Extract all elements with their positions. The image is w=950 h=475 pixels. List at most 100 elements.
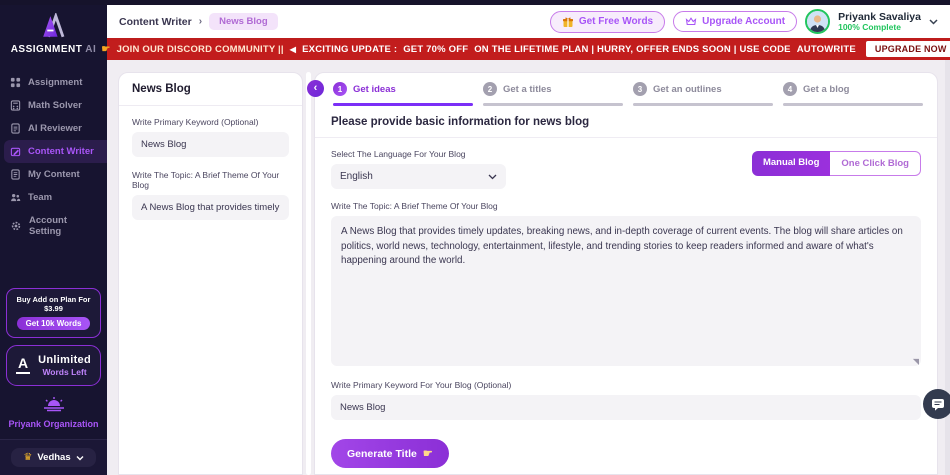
triangle-icon: ◀ [289, 44, 297, 54]
panel-scrollbar[interactable] [306, 72, 311, 475]
sunrise-icon [43, 396, 64, 411]
news-blog-panel: News Blog Write Primary Keyword (Optiona… [118, 72, 303, 475]
workspace-name: Vedhas [37, 452, 71, 463]
user-avatar[interactable] [805, 9, 831, 34]
sidebar-item-my-content[interactable]: My Content [0, 163, 107, 186]
promo-banner: ☛ JOIN OUR DISCORD COMMUNITY || ◀ EXCITI… [101, 38, 950, 60]
generate-title-label: Generate Title [347, 447, 417, 460]
crown-outline-icon [685, 17, 697, 26]
get-free-words-button[interactable]: Get Free Words [549, 10, 666, 33]
sidebar-item-account-setting[interactable]: Account Setting [0, 209, 107, 243]
sidebar-item-label: Assignment [28, 77, 83, 88]
sidebar-item-label: AI Reviewer [28, 123, 82, 134]
step-get-titles[interactable]: 2 Get a titles [483, 82, 623, 106]
wizard-steps: 1 Get ideas 2 Get a titles 3 Get an outline… [315, 73, 937, 106]
back-button[interactable]: ‹ [307, 80, 324, 97]
words-remaining-value: Unlimited [38, 353, 91, 366]
workspace-switcher[interactable]: ♛ Vedhas [11, 448, 96, 467]
promo-offer: GET 70% OFF [403, 43, 469, 55]
upgrade-now-button[interactable]: UPGRADE NOW [865, 41, 950, 57]
words-remaining-label: Words Left [42, 366, 87, 377]
discord-link[interactable]: JOIN OUR DISCORD COMMUNITY || [117, 44, 284, 55]
pointer-icon: ☛ [101, 43, 111, 55]
chevron-down-icon [929, 18, 938, 25]
calculator-icon [10, 100, 21, 111]
wizard-panel: ‹ 1 Get ideas 2 Get a titles 3 Get an outli… [307, 72, 938, 475]
addon-plan-title: Buy Add on Plan For $3.99 [16, 294, 91, 313]
chat-bubble-icon [932, 398, 944, 411]
promo-prefix: EXCITING UPDATE : [302, 43, 398, 55]
top-header: Content Writer › News Blog Get Free Word… [107, 5, 950, 38]
sidebar-item-math-solver[interactable]: Math Solver [0, 94, 107, 117]
generate-title-button[interactable]: Generate Title ☛ [331, 439, 449, 468]
sidebar-item-assignment[interactable]: Assignment [0, 71, 107, 94]
logo-accent: AI [85, 44, 97, 55]
crown-icon: ♛ [23, 451, 33, 463]
panel-topic-input[interactable] [132, 195, 289, 220]
addon-plan-card: Buy Add on Plan For $3.99 Get 10k Words [6, 287, 101, 338]
panel-keyword-label: Write Primary Keyword (Optional) [132, 117, 259, 127]
chevron-down-icon [76, 455, 84, 460]
promo-code: AUTOWRITE [796, 43, 856, 55]
one-click-blog-button[interactable]: One Click Blog [830, 151, 921, 176]
sidebar-item-ai-reviewer[interactable]: AI Reviewer [0, 117, 107, 140]
keyword-label: Write Primary Keyword For Your Blog (Opt… [331, 380, 512, 390]
step-label: Get a blog [803, 83, 850, 95]
step-get-blog[interactable]: 4 Get a blog [783, 82, 923, 106]
step-get-outlines[interactable]: 3 Get an outlines [633, 82, 773, 106]
user-menu-chevron[interactable] [929, 18, 938, 25]
wizard-heading: Please provide basic information for new… [315, 106, 937, 138]
language-label: Select The Language For Your Blog [331, 149, 466, 159]
step-label: Get a titles [503, 83, 552, 95]
language-select[interactable]: English [331, 164, 506, 189]
logo-text: ASSIGNMENT [10, 44, 83, 55]
breadcrumb-content-writer[interactable]: Content Writer [119, 16, 192, 28]
step-label: Get ideas [353, 83, 396, 95]
document-check-icon [11, 123, 20, 134]
step-number: 2 [483, 82, 497, 96]
words-left-card: A Unlimited Words Left [6, 344, 101, 386]
get-free-words-label: Get Free Words [578, 16, 654, 27]
breadcrumb-news-blog[interactable]: News Blog [209, 13, 278, 30]
textarea-resize-handle[interactable]: ◥ [913, 357, 919, 366]
words-logo: A [16, 355, 31, 374]
upgrade-account-label: Upgrade Account [702, 16, 786, 27]
workspace-footer: ♛ Vedhas [0, 438, 107, 475]
people-icon [11, 194, 21, 202]
topic-textarea[interactable]: A News Blog that provides timely updates… [331, 216, 921, 366]
step-label: Get an outlines [653, 83, 722, 95]
organization-name: Priyank Organization [8, 418, 99, 429]
language-selected-value: English [340, 171, 373, 182]
blog-mode-toggle: Manual Blog One Click Blog [751, 151, 921, 176]
manual-blog-button[interactable]: Manual Blog [751, 151, 831, 176]
assignment-ai-logo-icon [42, 11, 64, 38]
sidebar-item-label: Content Writer [28, 146, 94, 157]
chevron-down-icon [488, 174, 497, 179]
get-10k-words-button[interactable]: Get 10k Words [16, 316, 91, 330]
sidebar-item-team[interactable]: Team [0, 186, 107, 209]
panel-title: News Blog [119, 73, 302, 106]
sidebar-item-content-writer[interactable]: Content Writer [4, 140, 107, 163]
step-get-ideas[interactable]: 1 Get ideas [333, 82, 473, 106]
keyword-input[interactable] [331, 395, 921, 420]
sidebar-item-label: Team [28, 192, 53, 203]
sidebar-item-label: Math Solver [28, 100, 82, 111]
topic-label: Write The Topic: A Brief Theme Of Your B… [331, 201, 498, 211]
panel-keyword-input[interactable] [132, 132, 289, 157]
content-area: News Blog Write Primary Keyword (Optiona… [107, 60, 950, 475]
sidebar-item-label: My Content [28, 169, 80, 180]
gear-icon [11, 221, 21, 231]
sidebar: ASSIGNMENT AI Assignment Math Solver AI … [0, 5, 107, 475]
app-window: ASSIGNMENT AI Assignment Math Solver AI … [0, 0, 950, 475]
gift-icon [562, 17, 573, 27]
user-meta: Priyank Savaliya 100% Complete [838, 11, 921, 33]
breadcrumb-separator: › [198, 16, 203, 27]
sidebar-item-label: Account Setting [29, 215, 67, 237]
chat-widget-button[interactable] [923, 389, 950, 419]
step-number: 3 [633, 82, 647, 96]
step-number: 1 [333, 82, 347, 96]
user-completion-status: 100% Complete [838, 21, 901, 32]
app-logo: ASSIGNMENT AI [0, 5, 107, 61]
upgrade-account-button[interactable]: Upgrade Account [673, 11, 798, 32]
promo-mid: ON THE LIFETIME PLAN | HURRY, OFFER ENDS… [474, 43, 791, 55]
